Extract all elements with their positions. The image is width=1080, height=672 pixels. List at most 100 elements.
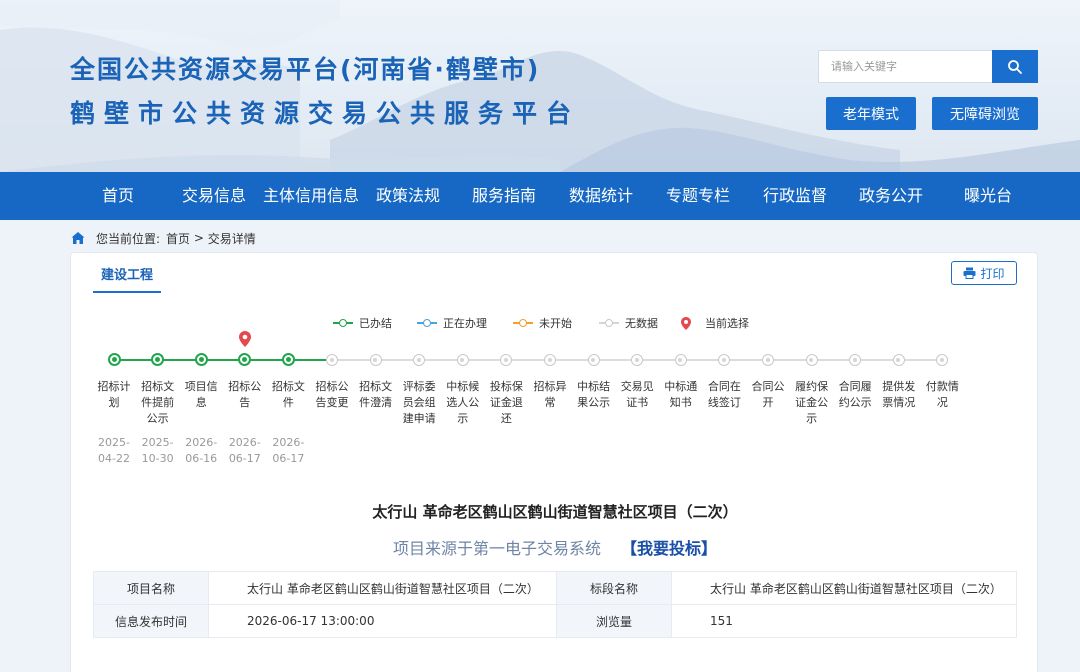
project-name-value: 太行山 革命老区鹤山区鹤山街道智慧社区项目（二次） [208,571,557,605]
timeline-step-date: 2025- 10-30 [141,436,174,465]
legend-current: 当前选择 [681,315,749,331]
timeline-step-label[interactable]: 提供发票情况 [879,379,919,411]
timeline-step-dot[interactable] [849,354,862,366]
breadcrumb-home-link[interactable]: 首页 [166,230,190,247]
timeline-step-label[interactable]: 招标公告 [225,379,265,411]
timeline-step-dot[interactable] [151,353,165,366]
home-icon [71,232,85,244]
timeline-step-dot[interactable] [762,354,774,366]
legend-done-marker [333,318,353,328]
timeline-step-label[interactable]: 投标保证金退还 [486,379,526,427]
nav-item-policy[interactable]: 政策法规 [376,172,440,220]
timeline-step-label[interactable]: 合同公开 [748,379,788,411]
legend-done: 已办结 [333,315,392,331]
legend-current-label: 当前选择 [705,317,749,330]
table-row: 项目名称 太行山 革命老区鹤山区鹤山街道智慧社区项目（二次） 标段名称 太行山 … [93,571,1017,605]
timeline-step-dot[interactable] [456,354,469,366]
timeline-step-dot[interactable] [107,353,121,366]
timeline-step-date: 2026- 06-17 [228,436,261,465]
nav-item-gov-affairs[interactable]: 政务公开 [859,172,923,220]
timeline-step-label[interactable]: 交易见证书 [617,379,657,411]
timeline-step-dot[interactable] [500,354,513,366]
breadcrumb-current: 交易详情 [207,231,256,246]
legend-done-label: 已办结 [359,317,392,330]
views-label: 浏览量 [556,604,672,638]
timeline-step-label[interactable]: 招标文件提前公示 [138,379,178,427]
section-name-label: 标段名称 [556,571,672,605]
timeline-step-label[interactable]: 招标公告变更 [312,379,352,411]
print-label: 打印 [980,266,1005,281]
publish-time-value: 2026-06-17 13:00:00 [208,604,557,638]
timeline-step-dot[interactable] [281,353,295,366]
printer-icon [963,267,976,279]
timeline-step-dot[interactable] [413,354,426,366]
legend-not-started-marker [513,318,533,328]
nav-item-supervision[interactable]: 行政监督 [763,172,827,220]
process-timeline: 招标计划 2025- 04-22 招标文件提前公示 2025- 10-30 项目信息 2026… [71,331,1039,471]
breadcrumb: 您当前位置: 首页 > 交易详情 [70,228,256,248]
legend-not-started-label: 未开始 [539,317,572,330]
timeline-step-label[interactable]: 中标通知书 [661,379,701,411]
platform-title-secondary: 鹤壁市公共资源交易公共服务平台 [70,99,581,128]
timeline-step-dot[interactable] [369,354,382,366]
search-box [818,50,1038,83]
current-step-pin-icon [238,331,251,347]
project-info-table: 项目名称 太行山 革命老区鹤山区鹤山街道智慧社区项目（二次） 标段名称 太行山 … [93,571,1017,638]
timeline-step-dot[interactable] [892,354,905,366]
timeline-step-dot[interactable] [326,354,338,366]
legend-in-progress-marker [417,318,437,328]
search-button[interactable] [992,50,1038,83]
project-name-label: 项目名称 [93,571,209,605]
timeline-step-label[interactable]: 招标文件 [268,379,308,411]
detail-panel: 建设工程 打印 已办结 正在办理 未开始 无数据 当前选择 招标计划 2025-… [70,252,1038,672]
timeline-step-label[interactable]: 项目信息 [181,379,221,411]
views-value: 151 [671,604,1017,638]
timeline-step-label[interactable]: 合同在线签订 [704,379,744,411]
timeline-step-label[interactable]: 招标计划 [94,379,134,411]
platform-title-primary: 全国公共资源交易平台(河南省·鹤壁市) [70,55,541,84]
nav-item-guide[interactable]: 服务指南 [472,172,536,220]
main-nav: 首页 交易信息 主体信用信息 政策法规 服务指南 数据统计 专题专栏 行政监督 … [0,172,1080,220]
search-icon [1008,59,1022,74]
timeline-step-label[interactable]: 付款情况 [922,379,962,411]
timeline-step-label[interactable]: 评标委员会组建申请 [399,379,439,427]
elder-mode-button[interactable]: 老年模式 [826,97,916,130]
timeline-step-label[interactable]: 中标结果公示 [574,379,614,411]
timeline-step-dot[interactable] [194,353,208,366]
timeline-step-dot[interactable] [805,354,818,366]
publish-time-label: 信息发布时间 [93,604,209,638]
nav-item-special[interactable]: 专题专栏 [666,172,730,220]
location-pin-icon [681,316,691,330]
bid-link[interactable]: 【我要投标】 [621,539,717,558]
timeline-step-label[interactable]: 中标候选人公示 [443,379,483,427]
breadcrumb-separator: > [190,231,208,245]
timeline-step-label[interactable]: 履约保证金公示 [792,379,832,427]
timeline-step-label[interactable]: 合同履约公示 [835,379,875,411]
timeline-step-dot[interactable] [674,354,687,366]
nav-item-home[interactable]: 首页 [102,172,134,220]
legend-not-started: 未开始 [513,315,572,331]
nav-item-trade-info[interactable]: 交易信息 [182,172,246,220]
timeline-step-dot[interactable] [936,354,949,366]
timeline-step-dot[interactable] [631,354,644,366]
accessible-browse-button[interactable]: 无障碍浏览 [932,97,1038,130]
search-input[interactable] [818,50,992,83]
tab-construction[interactable]: 建设工程 [93,265,161,293]
legend-no-data-marker [599,318,619,328]
table-row: 信息发布时间 2026-06-17 13:00:00 浏览量 151 [93,604,1017,638]
nav-item-exposure[interactable]: 曝光台 [964,172,1012,220]
timeline-step-label[interactable]: 招标异常 [530,379,570,411]
legend-in-progress: 正在办理 [417,315,487,331]
mountain-background [0,0,1080,172]
timeline-step-dot[interactable] [544,354,556,366]
breadcrumb-prefix: 您当前位置: [96,231,161,246]
legend-no-data-label: 无数据 [625,317,658,330]
nav-item-statistics[interactable]: 数据统计 [569,172,633,220]
timeline-step-dot[interactable] [587,354,600,366]
timeline-step-dot[interactable] [238,353,252,366]
timeline-step-date: 2026- 06-16 [185,436,218,465]
nav-item-credit-info[interactable]: 主体信用信息 [263,172,359,220]
print-button[interactable]: 打印 [951,261,1017,285]
timeline-step-dot[interactable] [718,354,731,366]
timeline-step-label[interactable]: 招标文件澄清 [356,379,396,411]
